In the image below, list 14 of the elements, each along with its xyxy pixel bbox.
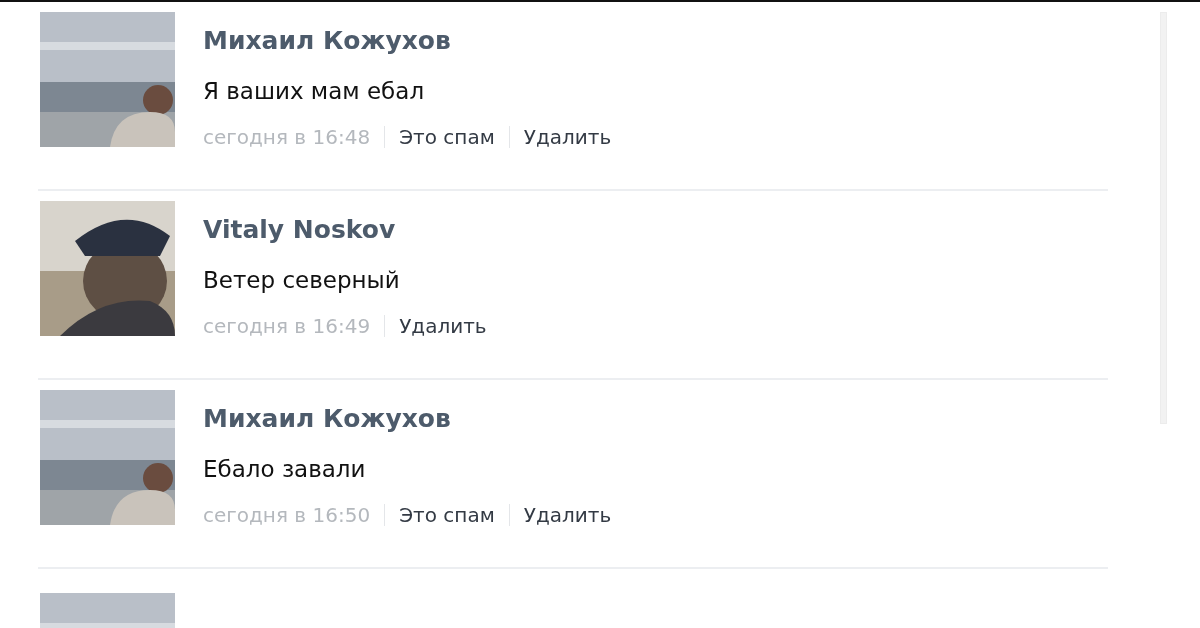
timestamp: сегодня в 16:48	[203, 124, 371, 150]
comment-text: Ебало завали	[203, 455, 367, 484]
comment-text: Я ваших мам ебал	[203, 77, 426, 106]
action-link[interactable]: Удалить	[523, 124, 612, 150]
comment-text: Ветер северный	[203, 266, 401, 295]
action-link[interactable]: Удалить	[399, 313, 487, 339]
action-link[interactable]: Это спам	[399, 124, 495, 150]
timestamp: сегодня в 16:50	[203, 502, 371, 528]
action-link[interactable]: Удалить	[523, 502, 612, 528]
author-name[interactable]: Михаил Кожухов	[203, 24, 612, 58]
author-name[interactable]: Vitaly Noskov	[203, 213, 487, 247]
author-name[interactable]: Михаил Кожухов	[203, 402, 612, 436]
action-link[interactable]: Это спам	[399, 502, 495, 528]
timestamp: сегодня в 16:49	[203, 313, 371, 339]
